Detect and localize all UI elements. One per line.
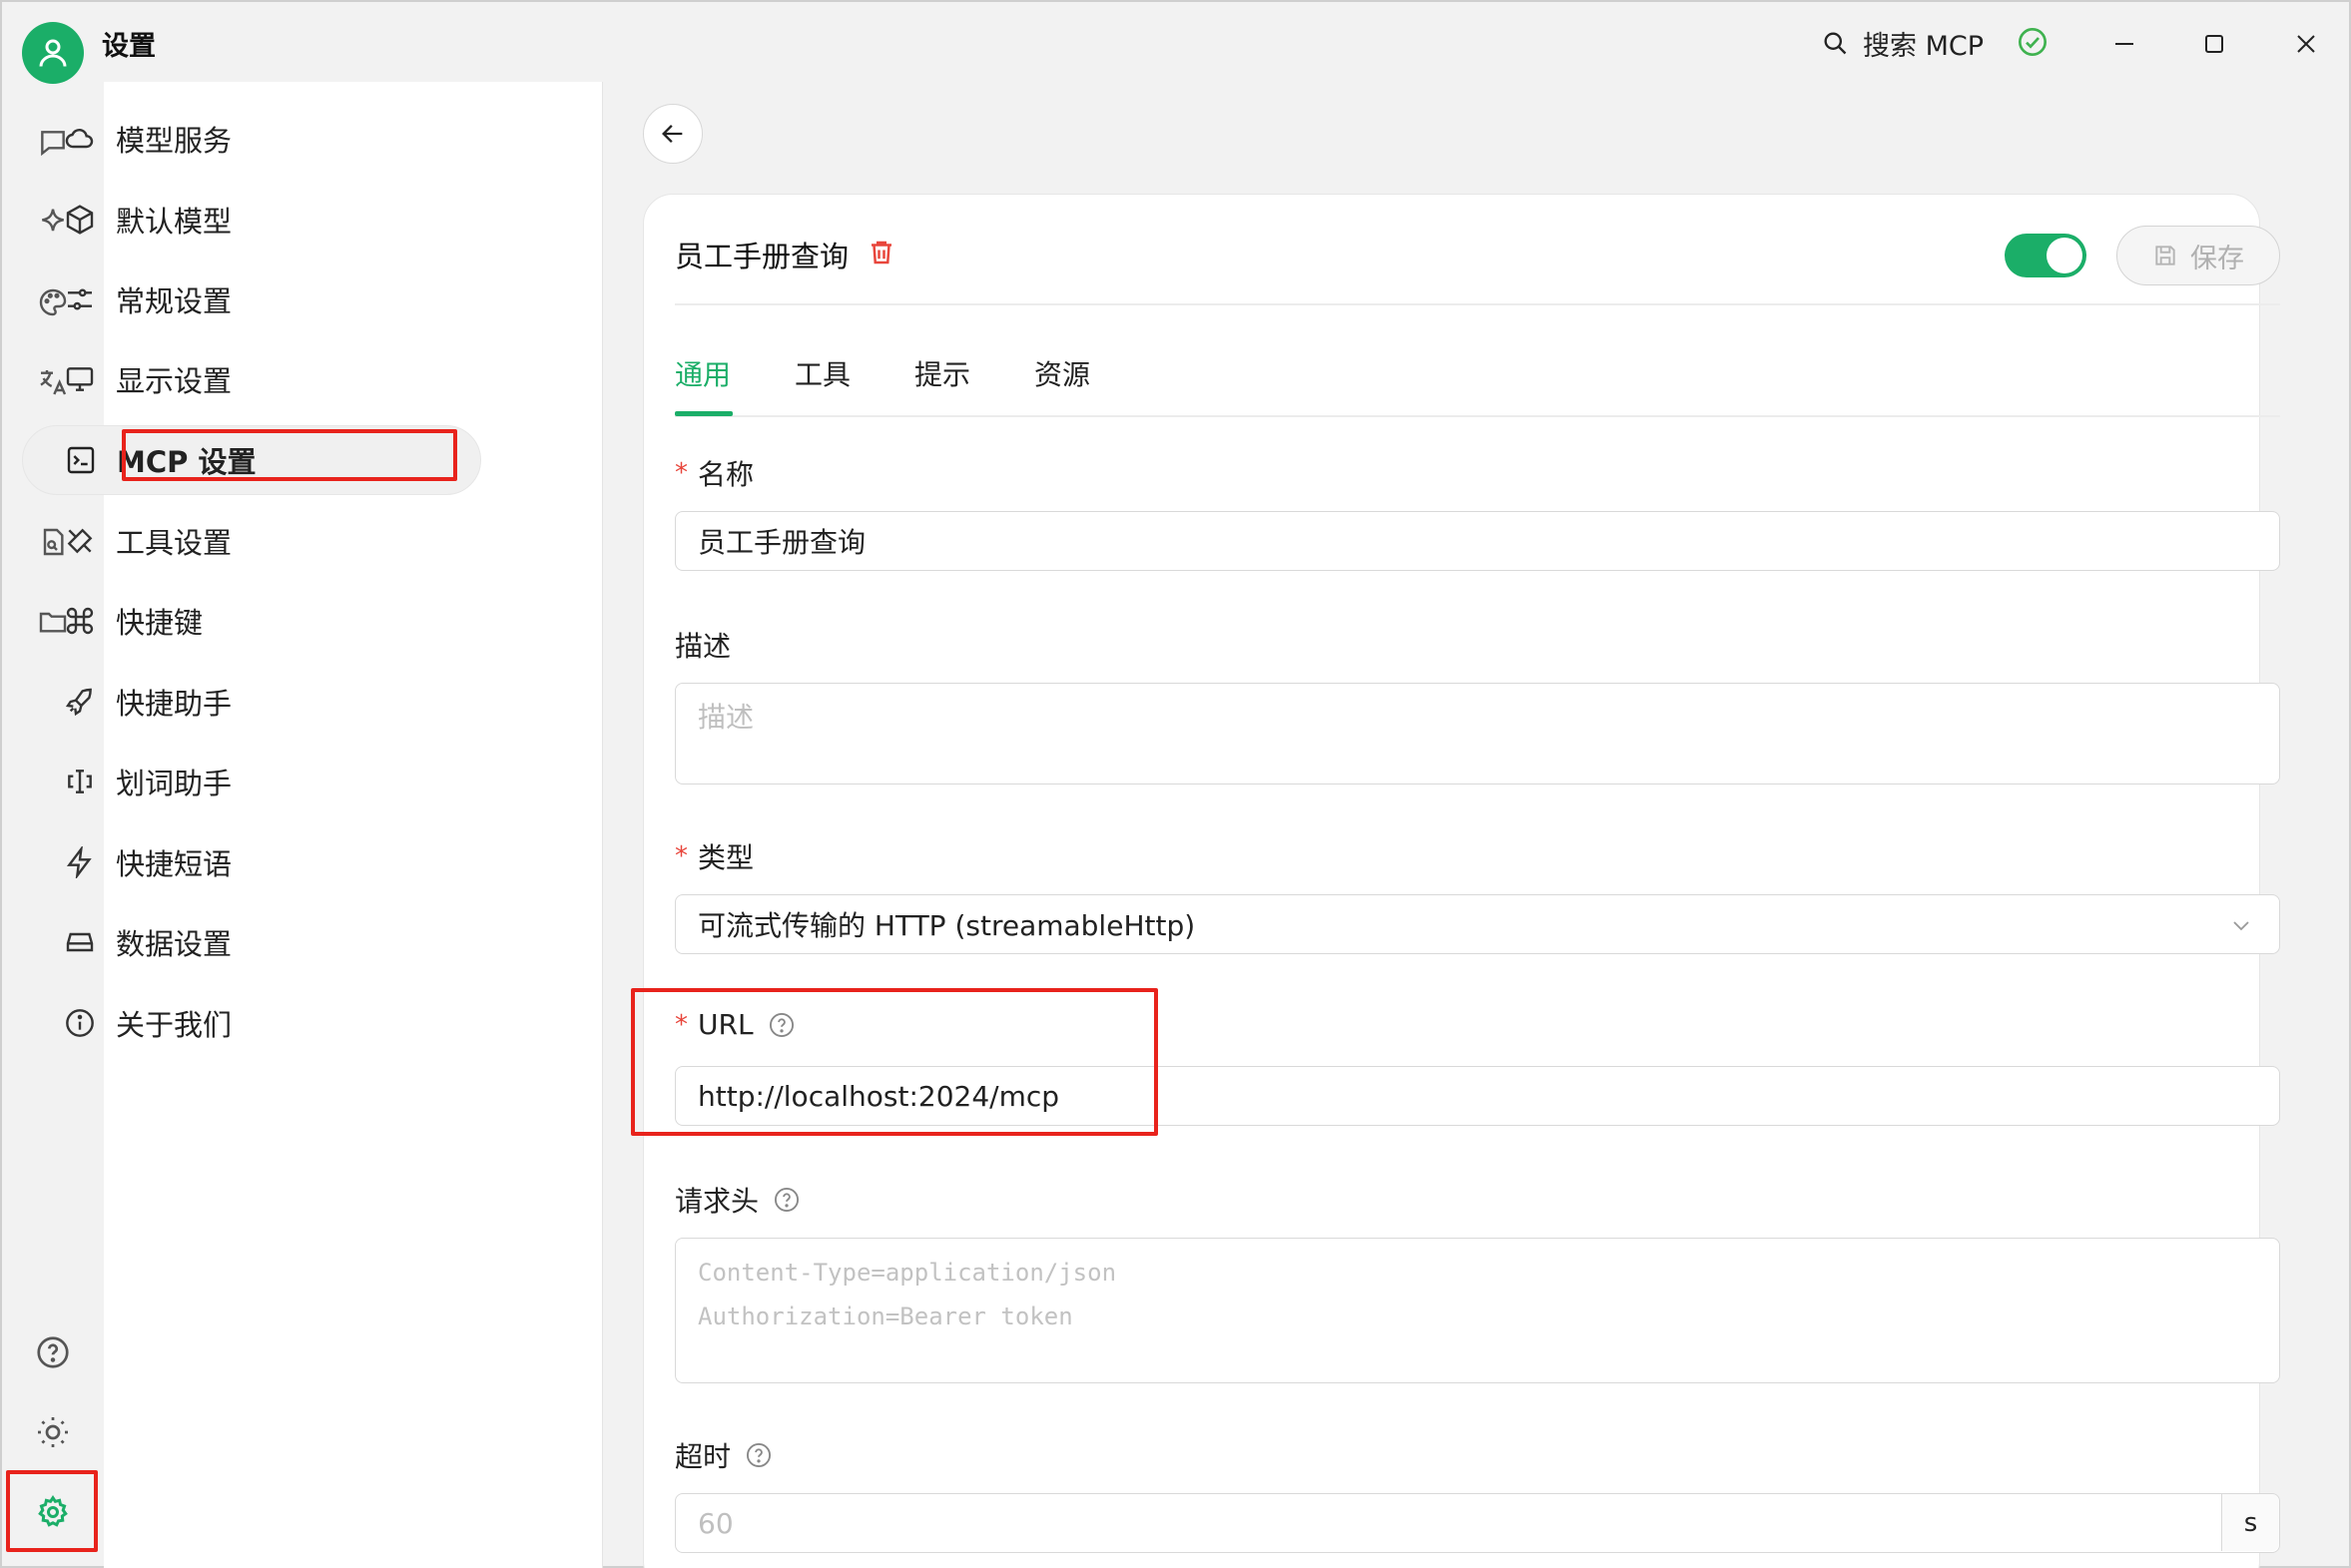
user-icon bbox=[39, 39, 67, 67]
back-button[interactable] bbox=[643, 104, 703, 164]
settings-highlight-box bbox=[6, 1470, 98, 1552]
timeout-unit-addon: s bbox=[2221, 1494, 2279, 1551]
menu-item-display-settings[interactable]: 显示设置 bbox=[22, 344, 481, 414]
headers-textarea[interactable]: Content-Type=application/json Authorizat… bbox=[675, 1238, 2280, 1383]
name-label: * 名称 bbox=[675, 453, 754, 493]
menu-item-label: 模型服务 bbox=[116, 124, 233, 158]
close-icon bbox=[2297, 35, 2315, 53]
terminal-icon bbox=[63, 442, 99, 478]
tab-general[interactable]: 通用 bbox=[675, 353, 731, 393]
name-input[interactable]: 员工手册查询 bbox=[675, 511, 2280, 571]
description-placeholder: 描述 bbox=[698, 701, 755, 734]
zap-icon bbox=[62, 844, 98, 880]
user-avatar[interactable] bbox=[22, 22, 84, 84]
menu-item-selection-assistant[interactable]: 划词助手 bbox=[22, 747, 481, 816]
help-rail-button[interactable] bbox=[30, 1329, 76, 1375]
delete-server-button[interactable] bbox=[867, 238, 896, 271]
menu-item-general-settings[interactable]: 常规设置 bbox=[22, 264, 481, 334]
status-check-icon bbox=[2017, 26, 2049, 62]
server-enabled-toggle[interactable] bbox=[2005, 234, 2086, 277]
menu-item-default-model[interactable]: 默认模型 bbox=[22, 185, 481, 255]
close-button[interactable] bbox=[2284, 22, 2328, 66]
cloud-icon bbox=[62, 121, 98, 157]
app-title: 设置 bbox=[102, 31, 156, 62]
menu-item-about-us[interactable]: 关于我们 bbox=[22, 988, 481, 1058]
sliders-icon bbox=[62, 281, 98, 317]
menu-item-label: 快捷助手 bbox=[116, 687, 233, 721]
menu-item-label: 工具设置 bbox=[116, 526, 233, 560]
headers-placeholder-line: Authorization=Bearer token bbox=[698, 1303, 1073, 1330]
url-highlight-box bbox=[631, 988, 1158, 1136]
timeout-label: 超时 bbox=[675, 1435, 773, 1475]
name-label-text: 名称 bbox=[698, 458, 755, 491]
hard-drive-icon bbox=[62, 924, 98, 960]
save-button[interactable]: 保存 bbox=[2116, 226, 2280, 285]
title-bar: 设置 搜索 MCP bbox=[2, 2, 2351, 84]
toggle-knob bbox=[2047, 238, 2082, 273]
command-icon bbox=[62, 603, 98, 639]
mcp-highlight-box bbox=[122, 429, 457, 481]
rocket-icon bbox=[62, 684, 98, 720]
search-mcp-button[interactable]: 搜索 MCP bbox=[1821, 22, 1984, 64]
timeout-label-text: 超时 bbox=[675, 1440, 732, 1473]
monitor-icon bbox=[62, 361, 98, 397]
description-textarea[interactable]: 描述 bbox=[675, 683, 2280, 784]
menu-item-quick-phrases[interactable]: 快捷短语 bbox=[22, 827, 481, 897]
text-cursor-icon bbox=[62, 764, 98, 799]
menu-item-tool-settings[interactable]: 工具设置 bbox=[22, 506, 481, 576]
server-name-title: 员工手册查询 bbox=[675, 240, 850, 273]
minimize-button[interactable] bbox=[2102, 22, 2146, 66]
maximize-icon bbox=[2205, 35, 2223, 53]
type-label: * 类型 bbox=[675, 836, 754, 876]
menu-item-label: 关于我们 bbox=[116, 1008, 233, 1042]
sun-icon bbox=[38, 1417, 68, 1447]
maximize-button[interactable] bbox=[2192, 22, 2236, 66]
headers-placeholder-line: Content-Type=application/json bbox=[698, 1259, 1117, 1287]
header-divider bbox=[675, 303, 2280, 305]
tools-icon bbox=[62, 523, 98, 559]
menu-item-quick-assistant[interactable]: 快捷助手 bbox=[22, 667, 481, 737]
menu-item-label: 常规设置 bbox=[116, 284, 233, 318]
menu-item-label: 显示设置 bbox=[116, 364, 233, 398]
info-icon bbox=[62, 1005, 98, 1041]
required-mark: * bbox=[675, 458, 688, 488]
search-mcp-label: 搜索 MCP bbox=[1863, 30, 1985, 62]
search-icon bbox=[1824, 32, 1847, 55]
tab-resources[interactable]: 资源 bbox=[1034, 353, 1090, 393]
timeout-placeholder: 60 bbox=[698, 1506, 734, 1540]
menu-item-shortcuts[interactable]: 快捷键 bbox=[22, 586, 481, 656]
app-window: 设置 搜索 MCP 模型服务 默认模型 常规设置 显示设置 MCP 设置 工具设… bbox=[0, 0, 2351, 1568]
type-select[interactable]: 可流式传输的 HTTP (streamableHttp) bbox=[675, 894, 2280, 954]
minimize-icon bbox=[2115, 43, 2133, 45]
chevron-down-icon bbox=[2233, 921, 2249, 931]
menu-item-label: 划词助手 bbox=[116, 767, 233, 800]
menu-item-label: 快捷键 bbox=[116, 606, 204, 640]
type-select-value: 可流式传输的 HTTP (streamableHttp) bbox=[698, 909, 1196, 942]
active-tab-indicator bbox=[675, 411, 733, 416]
description-label-text: 描述 bbox=[675, 630, 732, 663]
theme-rail-button[interactable] bbox=[30, 1409, 76, 1455]
trash-icon bbox=[872, 241, 891, 264]
description-label: 描述 bbox=[675, 625, 731, 665]
menu-item-label: 数据设置 bbox=[116, 927, 233, 961]
tab-prompts[interactable]: 提示 bbox=[914, 353, 970, 393]
headers-help-icon[interactable] bbox=[773, 1186, 801, 1214]
headers-label-text: 请求头 bbox=[675, 1185, 760, 1218]
menu-item-data-settings[interactable]: 数据设置 bbox=[22, 907, 481, 977]
headers-label: 请求头 bbox=[675, 1180, 801, 1220]
box-icon bbox=[62, 202, 98, 238]
menu-item-model-service[interactable]: 模型服务 bbox=[22, 104, 481, 174]
save-label: 保存 bbox=[2190, 243, 2244, 274]
help-circle-icon bbox=[37, 1336, 69, 1368]
tab-tools[interactable]: 工具 bbox=[795, 353, 851, 393]
required-mark: * bbox=[675, 841, 688, 871]
type-label-text: 类型 bbox=[698, 841, 755, 874]
arrow-left-icon bbox=[662, 125, 683, 143]
menu-item-label: 快捷短语 bbox=[116, 847, 233, 881]
menu-item-label: 默认模型 bbox=[116, 205, 233, 239]
timeout-input[interactable]: 60 s bbox=[675, 1493, 2280, 1553]
timeout-help-icon[interactable] bbox=[745, 1441, 773, 1469]
save-icon bbox=[2155, 246, 2175, 265]
tabs-divider bbox=[675, 415, 2280, 417]
